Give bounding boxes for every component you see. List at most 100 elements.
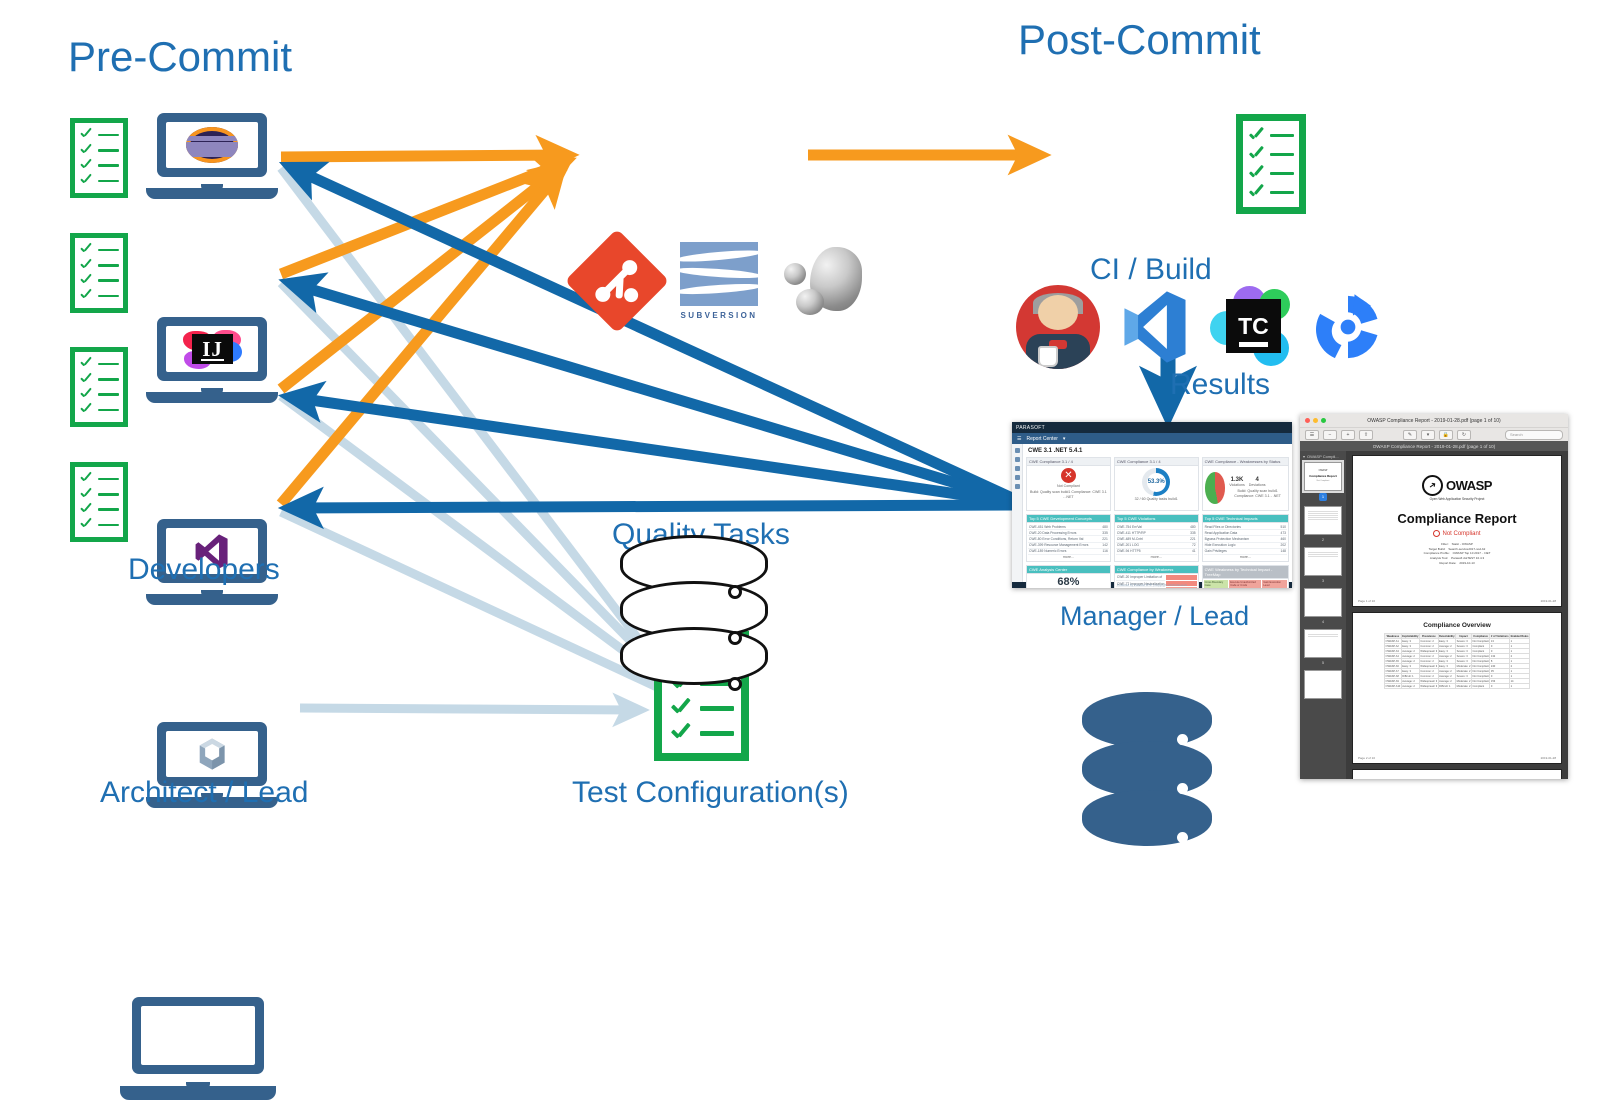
subversion-wordmark: SUBVERSION (680, 311, 758, 320)
card-header: Top 5 CWE Violations (1114, 515, 1198, 523)
pdf-document-bar: OWASP Compliance Report - 2019-01-28.pdf… (1300, 441, 1568, 451)
card-header: Top 5 CWE Development Concepts (1027, 515, 1110, 523)
pdf-page-area[interactable]: ➜ OWASP Open Web Application Security Pr… (1346, 451, 1568, 779)
mercurial-icon (784, 245, 862, 317)
gradle-icon (199, 738, 225, 770)
maximize-icon[interactable] (1321, 418, 1326, 423)
pdf-thumbnail[interactable] (1304, 670, 1342, 699)
card-header: CWE Compliance 3.1 / 4 (1114, 458, 1198, 466)
rotate-icon[interactable]: ↻ (1457, 429, 1471, 440)
pdf-page-weakness-plan: Weakness Detection Plan (1352, 769, 1562, 779)
table-technical-impacts: Read Files or Directories 510 Read Applic… (1203, 524, 1287, 555)
minimize-icon[interactable] (1313, 418, 1318, 423)
more-link[interactable]: more... (1116, 555, 1197, 560)
sidebar-icon-add[interactable] (1014, 484, 1020, 489)
label-manager-lead: Manager / Lead (1060, 601, 1250, 631)
dashboard-nav[interactable]: ☰ Report Center ▾ (1012, 433, 1292, 444)
compliance-overview-title: Compliance Overview (1423, 622, 1491, 629)
owasp-logo: ➜ OWASP (1358, 475, 1556, 496)
teamcity-mark: TC (1226, 299, 1281, 354)
pdf-page-cover: ➜ OWASP Open Web Application Security Pr… (1352, 455, 1562, 607)
card-top-violations[interactable]: Top 5 CWE Violations CWE-754 Err/Val 480 … (1113, 514, 1199, 562)
developer-laptop-intellij[interactable]: IJ (146, 317, 278, 405)
sidebar-icon-refresh[interactable] (1014, 475, 1020, 480)
report-title: Compliance Report (1397, 511, 1517, 527)
sidebar-icon-home[interactable] (1014, 448, 1020, 453)
sidebar-icon-reports[interactable] (1014, 457, 1020, 462)
card-header: CWE Compliance - Weaknesses by Status (1202, 458, 1288, 466)
page-title-post-commit: Post-Commit (1018, 16, 1261, 63)
checklist-icon (70, 233, 128, 313)
pdf-thumbnail[interactable] (1304, 547, 1342, 576)
chevron-down-icon[interactable]: ▾ (1303, 454, 1305, 459)
ci-tools: TC (1016, 285, 1384, 369)
pdf-thumbnail[interactable] (1304, 506, 1342, 535)
pdf-search-input[interactable]: Search (1505, 429, 1563, 440)
pdf-thumbnail[interactable] (1304, 588, 1342, 617)
architect-laptop[interactable] (120, 997, 276, 1102)
dashboard-brand: PARASOFT (1016, 424, 1045, 431)
dashboard-screenshot[interactable]: PARASOFT ☰ Report Center ▾ CWE 3.1 .NET … (1012, 422, 1292, 588)
developer-laptop-eclipse[interactable] (146, 113, 278, 201)
label-results: Results (1170, 368, 1271, 401)
card-development-concepts[interactable]: Top 5 CWE Development Concepts CWE-451 W… (1026, 514, 1111, 562)
markup-icon[interactable]: ✎ (1403, 429, 1417, 440)
page-title-pre-commit: Pre-Commit (68, 33, 293, 80)
zoom-out-icon[interactable]: − (1323, 429, 1337, 440)
card-treemap[interactable]: CWE Weakness by Technical Impact - TreeM… (1201, 564, 1289, 588)
sidebar-title: OWASP Compli... (1307, 454, 1339, 459)
card-compliance-percent[interactable]: CWE Compliance 3.1 / 4 53.3% 32 / 60 Qua… (1113, 457, 1199, 511)
arrow-group-quality-tasks (277, 161, 1015, 530)
subversion-icon: SUBVERSION (680, 242, 758, 320)
label-test-configuration: Test Configuration(s) (572, 776, 849, 809)
report-metadata: Filter: Static - OWASP Target Build: Searc… (1423, 542, 1491, 565)
donut-value: 53.3% (1146, 472, 1166, 492)
card-technical-impacts[interactable]: Top 5 CWE Technical Impacts Read Files o… (1201, 514, 1289, 562)
pdf-toolbar[interactable]: ☰ − + ⇪ ✎ ▾ 🔒 ↻ Search (1300, 427, 1568, 441)
owasp-tagline: Open Web Application Security Project (1429, 497, 1485, 501)
pdf-page-number[interactable]: 5 (1303, 660, 1343, 665)
more-link[interactable]: more... (1204, 555, 1287, 560)
more-link[interactable]: more... (1028, 555, 1109, 560)
deviations-label: Deviations (1248, 483, 1266, 488)
card-weaknesses-by-status[interactable]: CWE Compliance - Weaknesses by Status 1.… (1201, 457, 1289, 511)
hamburger-icon[interactable]: ☰ (1017, 436, 1021, 442)
pdf-page-number[interactable]: 2 (1303, 537, 1343, 542)
pdf-viewer-screenshot[interactable]: OWASP Compliance Report - 2019-01-28.pdf… (1300, 414, 1568, 779)
pdf-page-number[interactable]: 3 (1303, 578, 1343, 583)
owasp-wordmark: OWASP (1446, 478, 1492, 493)
zoom-in-icon[interactable]: + (1341, 429, 1355, 440)
dashboard-page-title: CWE 3.1 .NET 5.4.1 (1028, 448, 1083, 454)
treemap-chart: Cross Boundary Case Execute Unauthorized… (1203, 579, 1288, 588)
diagram-canvas: Pre-Commit Post-Commit IJ Developers Arc… (0, 0, 1600, 1100)
pdf-thumbnail[interactable] (1304, 629, 1342, 658)
owasp-ring-icon: ➜ (1422, 475, 1444, 496)
sidebar-icon-alerts[interactable] (1014, 466, 1020, 471)
pdf-page-number[interactable]: 4 (1303, 619, 1343, 624)
card-analysis-center[interactable]: CWE Analysis Center 68% Rules in Complia… (1026, 564, 1111, 588)
card-header: CWE Compliance 3.1 / 4 (1027, 458, 1110, 466)
nav-report-center[interactable]: Report Center (1026, 436, 1057, 442)
sidebar-toggle-icon[interactable]: ☰ (1305, 429, 1319, 440)
pdf-window-title: OWASP Compliance Report - 2019-01-28.pdf… (1367, 417, 1501, 424)
chevron-down-icon[interactable]: ▾ (1063, 436, 1066, 442)
share-icon[interactable]: ⇪ (1359, 429, 1373, 440)
highlight-icon[interactable]: ▾ (1421, 429, 1435, 440)
card-header: CWE Analysis Center (1027, 565, 1110, 574)
card-header: CWE Weakness by Technical Impact - TreeM… (1202, 565, 1288, 579)
not-compliant-icon: ✕ (1060, 468, 1076, 483)
pdf-thumbnail-sidebar[interactable]: ▾ OWASP Compli... OWASP Compliance Report… (1300, 451, 1346, 779)
card-compliance-status[interactable]: CWE Compliance 3.1 / 4 ✕ Not Compliant B… (1026, 457, 1111, 511)
lock-icon[interactable]: 🔒 (1439, 429, 1453, 440)
pdf-page-number[interactable]: 1 (1319, 493, 1327, 501)
label-developers: Developers (128, 553, 280, 586)
table-top-violations: CWE-754 Err/Val 480 CWE-411 HTTP/RP 335 CW… (1115, 524, 1197, 555)
window-controls[interactable] (1305, 418, 1326, 423)
weakness-pie-chart (1204, 472, 1226, 504)
azure-devops-icon (1124, 291, 1186, 363)
pdf-thumbnail[interactable]: OWASP Compliance Report Not Compliant (1302, 460, 1344, 493)
ci-repository-icon (1082, 692, 1212, 847)
dashboard-sidebar[interactable] (1012, 444, 1023, 582)
git-icon (564, 228, 670, 334)
close-icon[interactable] (1305, 418, 1310, 423)
